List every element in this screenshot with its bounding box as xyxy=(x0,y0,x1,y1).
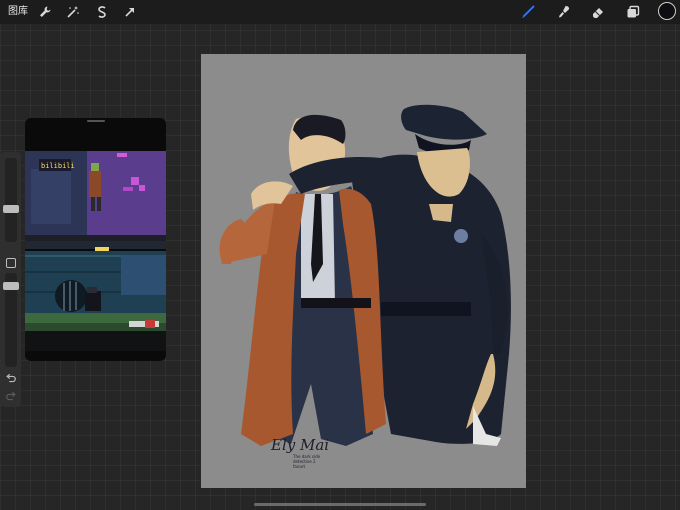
signature-line-3: fanart xyxy=(293,464,306,469)
artwork-illustration xyxy=(219,104,511,446)
magic-wand-icon[interactable] xyxy=(64,3,82,21)
left-sidebar xyxy=(1,152,21,407)
opacity-thumb[interactable] xyxy=(3,282,19,290)
bilibili-sign: bilibili xyxy=(41,162,75,170)
undo-button[interactable] xyxy=(4,372,18,386)
reference-grabber[interactable] xyxy=(87,120,105,122)
gallery-button[interactable]: 图库 xyxy=(8,5,28,19)
artist-signature: Ely Mai The dark side detective 2 fanart xyxy=(271,436,351,484)
top-toolbar: 图库 xyxy=(0,0,680,24)
modify-button[interactable] xyxy=(6,258,16,268)
transform-arrow-icon[interactable] xyxy=(121,3,139,21)
home-indicator[interactable] xyxy=(254,503,426,506)
signature-main: Ely Mai xyxy=(271,436,330,454)
brush-icon[interactable] xyxy=(519,3,537,21)
brush-size-slider[interactable] xyxy=(3,158,19,242)
wrench-icon[interactable] xyxy=(36,3,54,21)
smudge-icon[interactable] xyxy=(555,3,573,21)
layers-icon[interactable] xyxy=(624,3,642,21)
color-picker-button[interactable] xyxy=(658,2,676,20)
selection-icon[interactable] xyxy=(93,3,111,21)
reference-pixel-art-image: bilibili xyxy=(25,151,166,351)
drawing-canvas[interactable]: Ely Mai The dark side detective 2 fanart xyxy=(201,54,526,488)
reference-window[interactable]: bilibili xyxy=(25,118,166,361)
eraser-icon[interactable] xyxy=(589,3,607,21)
brush-size-thumb[interactable] xyxy=(3,205,19,213)
redo-button[interactable] xyxy=(4,390,18,404)
opacity-slider[interactable] xyxy=(3,273,19,367)
